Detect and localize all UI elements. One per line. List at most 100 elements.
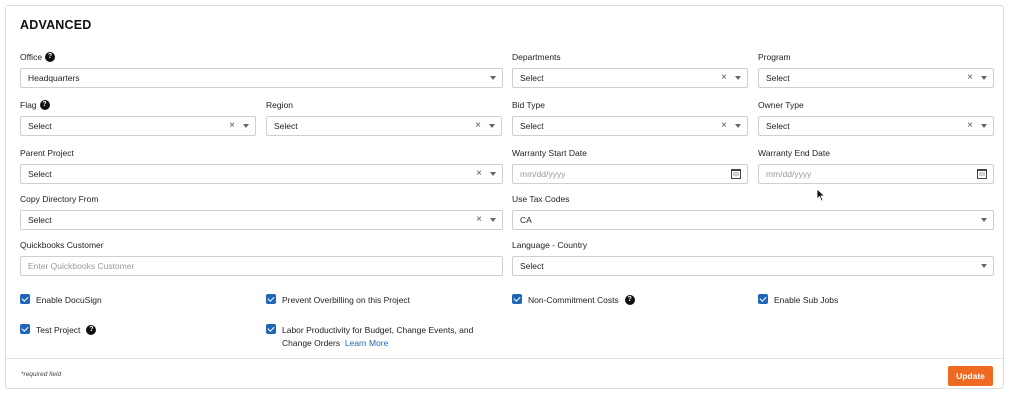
owner-type-value: Select	[766, 121, 790, 131]
checkbox[interactable]	[20, 294, 30, 304]
help-icon[interactable]: ?	[86, 325, 97, 335]
quickbooks-customer-placeholder: Enter Quickbooks Customer	[28, 261, 135, 271]
checkbox[interactable]	[512, 294, 522, 304]
chevron-down-icon	[735, 76, 741, 80]
departments-select[interactable]: Select ×	[512, 68, 748, 88]
bid-type-field: Bid Type Select ×	[512, 99, 748, 136]
update-button[interactable]: Update	[948, 366, 993, 386]
chevron-down-icon	[981, 264, 987, 268]
region-select[interactable]: Select ×	[266, 116, 502, 136]
chevron-down-icon	[490, 172, 496, 176]
enable-docusign-option[interactable]: Enable DocuSign	[20, 294, 102, 307]
language-country-value: Select	[520, 261, 544, 271]
use-tax-codes-select[interactable]: CA	[512, 210, 994, 230]
copy-directory-label: Copy Directory From	[20, 194, 99, 204]
use-tax-codes-value: CA	[520, 215, 532, 225]
flag-field: Flag ? Select ×	[20, 99, 256, 136]
chevron-down-icon	[981, 218, 987, 222]
region-value: Select	[274, 121, 298, 131]
quickbooks-customer-label: Quickbooks Customer	[20, 240, 104, 250]
owner-type-field: Owner Type Select ×	[758, 99, 994, 136]
bid-type-select[interactable]: Select ×	[512, 116, 748, 136]
test-project-label: Test Project	[36, 325, 81, 335]
chevron-down-icon	[981, 124, 987, 128]
clear-icon[interactable]: ×	[721, 73, 727, 83]
quickbooks-customer-field: Quickbooks Customer Enter Quickbooks Cus…	[20, 239, 503, 276]
enable-sub-jobs-label: Enable Sub Jobs	[774, 295, 839, 305]
departments-value: Select	[520, 73, 544, 83]
enable-sub-jobs-option[interactable]: Enable Sub Jobs	[758, 294, 838, 307]
checkbox[interactable]	[266, 294, 276, 304]
region-label: Region	[266, 100, 293, 110]
warranty-start-placeholder: mm/dd/yyyy	[520, 169, 566, 179]
clear-icon[interactable]: ×	[967, 73, 973, 83]
program-value: Select	[766, 73, 790, 83]
warranty-end-input[interactable]: mm/dd/yyyy	[758, 164, 994, 184]
labor-productivity-option[interactable]: Labor Productivity for Budget, Change Ev…	[266, 324, 486, 350]
parent-project-field: Parent Project Select ×	[20, 147, 503, 184]
warranty-end-field: Warranty End Date mm/dd/yyyy	[758, 147, 994, 184]
parent-project-value: Select	[28, 169, 52, 179]
flag-label: Flag	[20, 100, 37, 110]
bid-type-label: Bid Type	[512, 100, 545, 110]
advanced-panel: ADVANCED Office ? Headquarters Departmen…	[5, 5, 1004, 389]
owner-type-label: Owner Type	[758, 100, 804, 110]
section-title: ADVANCED	[20, 18, 92, 32]
learn-more-link[interactable]: Learn More	[345, 338, 388, 348]
warranty-end-placeholder: mm/dd/yyyy	[766, 169, 812, 179]
prevent-overbilling-label: Prevent Overbilling on this Project	[282, 295, 411, 305]
owner-type-select[interactable]: Select ×	[758, 116, 994, 136]
chevron-down-icon	[243, 124, 249, 128]
flag-value: Select	[28, 121, 52, 131]
non-commitment-costs-label: Non-Commitment Costs	[528, 295, 619, 305]
chevron-down-icon	[489, 124, 495, 128]
clear-icon[interactable]: ×	[475, 121, 481, 131]
program-select[interactable]: Select ×	[758, 68, 994, 88]
office-select[interactable]: Headquarters	[20, 68, 503, 88]
calendar-icon[interactable]	[977, 169, 987, 179]
enable-docusign-label: Enable DocuSign	[36, 295, 102, 305]
language-country-field: Language - Country Select	[512, 239, 994, 276]
help-icon[interactable]: ?	[39, 100, 50, 110]
checkbox[interactable]	[266, 324, 276, 334]
clear-icon[interactable]: ×	[967, 121, 973, 131]
use-tax-codes-field: Use Tax Codes CA	[512, 193, 994, 230]
warranty-start-label: Warranty Start Date	[512, 148, 587, 158]
program-field: Program Select ×	[758, 51, 994, 88]
checkbox[interactable]	[758, 294, 768, 304]
region-field: Region Select ×	[266, 99, 502, 136]
parent-project-label: Parent Project	[20, 148, 74, 158]
office-field: Office ? Headquarters	[20, 51, 503, 88]
labor-productivity-text: Labor Productivity for Budget, Change Ev…	[282, 324, 486, 350]
calendar-icon[interactable]	[731, 169, 741, 179]
quickbooks-customer-input[interactable]: Enter Quickbooks Customer	[20, 256, 503, 276]
language-country-label: Language - Country	[512, 240, 588, 250]
clear-icon[interactable]: ×	[476, 215, 482, 225]
mouse-cursor-icon	[816, 188, 826, 202]
warranty-start-input[interactable]: mm/dd/yyyy	[512, 164, 748, 184]
parent-project-select[interactable]: Select ×	[20, 164, 503, 184]
chevron-down-icon	[735, 124, 741, 128]
copy-directory-field: Copy Directory From Select ×	[20, 193, 503, 230]
form-footer: *required field Update	[6, 358, 1003, 389]
clear-icon[interactable]: ×	[721, 121, 727, 131]
clear-icon[interactable]: ×	[476, 169, 482, 179]
copy-directory-select[interactable]: Select ×	[20, 210, 503, 230]
prevent-overbilling-option[interactable]: Prevent Overbilling on this Project	[266, 294, 410, 307]
program-label: Program	[758, 52, 791, 62]
use-tax-codes-label: Use Tax Codes	[512, 194, 570, 204]
office-value: Headquarters	[28, 73, 80, 83]
test-project-option[interactable]: Test Project ?	[20, 324, 97, 337]
checkbox[interactable]	[20, 324, 30, 334]
language-country-select[interactable]: Select	[512, 256, 994, 276]
chevron-down-icon	[981, 76, 987, 80]
help-icon[interactable]: ?	[45, 52, 56, 62]
flag-select[interactable]: Select ×	[20, 116, 256, 136]
non-commitment-costs-option[interactable]: Non-Commitment Costs ?	[512, 294, 635, 307]
copy-directory-value: Select	[28, 215, 52, 225]
warranty-end-label: Warranty End Date	[758, 148, 830, 158]
clear-icon[interactable]: ×	[229, 121, 235, 131]
help-icon[interactable]: ?	[624, 295, 635, 305]
required-field-note: *required field	[21, 371, 62, 378]
departments-field: Departments Select ×	[512, 51, 748, 88]
